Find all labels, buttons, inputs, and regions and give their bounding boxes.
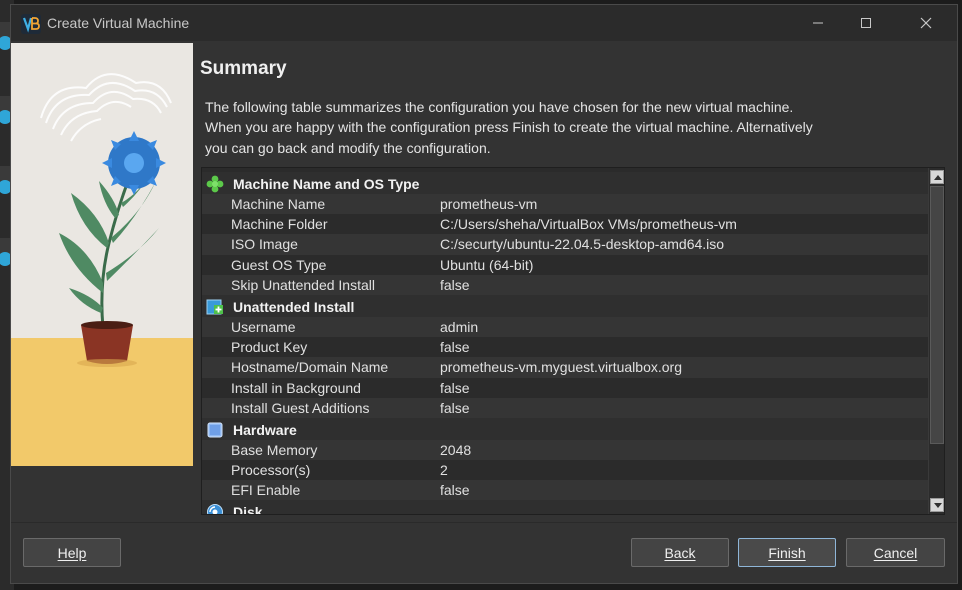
scroll-up-button[interactable] [930,170,944,184]
table-row[interactable]: Machine Folder C:/Users/sheha/VirtualBox … [202,214,928,234]
row-value: prometheus-vm.myguest.virtualbox.org [440,359,682,376]
wizard-illustration [11,43,193,466]
summary-table[interactable]: Machine Name and OS Type Machine Name pro… [201,167,945,515]
row-value: 2048 [440,441,472,458]
table-row[interactable]: Guest OS Type Ubuntu (64-bit) [202,255,928,275]
row-value: admin [440,318,479,335]
description-line: The following table summarizes the confi… [205,99,794,115]
scrollbar-thumb[interactable] [930,186,944,444]
row-key: Guest OS Type [231,256,327,273]
window-title: Create Virtual Machine [47,15,190,31]
section-disk[interactable]: Disk [202,500,928,515]
table-row[interactable]: Username admin [202,316,928,338]
section-title: Machine Name and OS Type [233,176,420,192]
row-value: Ubuntu (64-bit) [440,256,534,273]
row-value: false [440,399,470,416]
vertical-scrollbar[interactable] [928,168,944,514]
summary-rows: Machine Name and OS Type Machine Name pro… [202,168,928,515]
row-key: Base Memory [231,441,318,458]
row-value: false [440,379,470,396]
maximize-icon [861,18,871,28]
table-row[interactable]: Machine Name prometheus-vm [202,194,928,215]
section-title: Disk [233,504,263,515]
row-value: C:/securty/ubuntu-22.04.5-desktop-amd64.… [440,236,725,253]
table-row[interactable]: Install Guest Additions false [202,397,928,418]
arrow-up-icon [934,175,942,180]
description-line: you can go back and modify the configura… [205,139,491,156]
row-key: Processor(s) [231,462,311,479]
maximize-button[interactable] [843,5,889,41]
description-line: When you are happy with the configuratio… [205,119,813,136]
disk-icon [207,504,223,514]
finish-button[interactable]: Finish [738,538,836,567]
row-value: C:/Users/sheha/VirtualBox VMs/prometheus… [440,216,737,233]
back-button[interactable]: Back [631,538,729,567]
minimize-icon [813,22,823,24]
row-value: false [440,276,470,293]
row-key: Install in Background [231,379,361,396]
section-machine-name-os-type[interactable]: Machine Name and OS Type [202,172,928,194]
row-value: 2 [440,462,448,479]
table-row[interactable]: Skip Unattended Install false [202,274,928,295]
close-button[interactable] [903,5,949,41]
row-key: Username [231,318,296,335]
section-hardware[interactable]: Hardware [202,417,928,440]
close-icon [920,17,932,29]
table-row[interactable]: ISO Image C:/securty/ubuntu-22.04.5-deskt… [202,234,928,255]
virtualbox-logo-icon [21,14,41,34]
install-add-icon [206,299,223,315]
back-button-label: Back [664,544,696,561]
row-key: Install Guest Additions [231,399,370,416]
title-bar[interactable]: Create Virtual Machine [11,5,957,41]
page-title: Summary [200,58,287,79]
finish-button-label: Finish [768,544,806,561]
table-row[interactable]: EFI Enable false [202,480,928,501]
table-row[interactable]: Product Key false [202,337,928,357]
minimize-button[interactable] [795,5,841,41]
table-row[interactable]: Hostname/Domain Name prometheus-vm.mygues… [202,357,928,378]
footer-divider [11,522,957,523]
row-value: false [440,339,470,356]
row-key: Skip Unattended Install [231,276,375,293]
puzzle-green-icon [206,175,224,193]
page-description: The following table summarizes the confi… [205,97,885,158]
row-value: prometheus-vm [440,196,538,212]
section-title: Hardware [233,421,297,438]
section-title: Unattended Install [233,298,355,315]
row-key: ISO Image [231,236,298,253]
row-key: Hostname/Domain Name [231,359,389,376]
row-key: Product Key [231,339,308,356]
create-vm-dialog: Create Virtual Machine Summary The follo… [10,4,958,584]
row-value: false [440,482,470,499]
help-button-label: Help [57,544,87,561]
cancel-button-label: Cancel [873,544,918,561]
section-unattended-install[interactable]: Unattended Install [202,294,928,317]
table-row[interactable]: Processor(s) 2 [202,460,928,480]
arrow-down-icon [934,503,942,508]
chip-icon [207,422,223,438]
scroll-down-button[interactable] [930,498,944,512]
cancel-button[interactable]: Cancel [846,538,945,567]
row-key: Machine Name [231,196,326,212]
help-button[interactable]: Help [23,538,121,567]
row-key: Machine Folder [231,216,328,233]
table-row[interactable]: Base Memory 2048 [202,439,928,461]
table-row[interactable]: Install in Background false [202,378,928,398]
row-key: EFI Enable [231,482,301,499]
flower-pot-illustration [40,73,172,367]
